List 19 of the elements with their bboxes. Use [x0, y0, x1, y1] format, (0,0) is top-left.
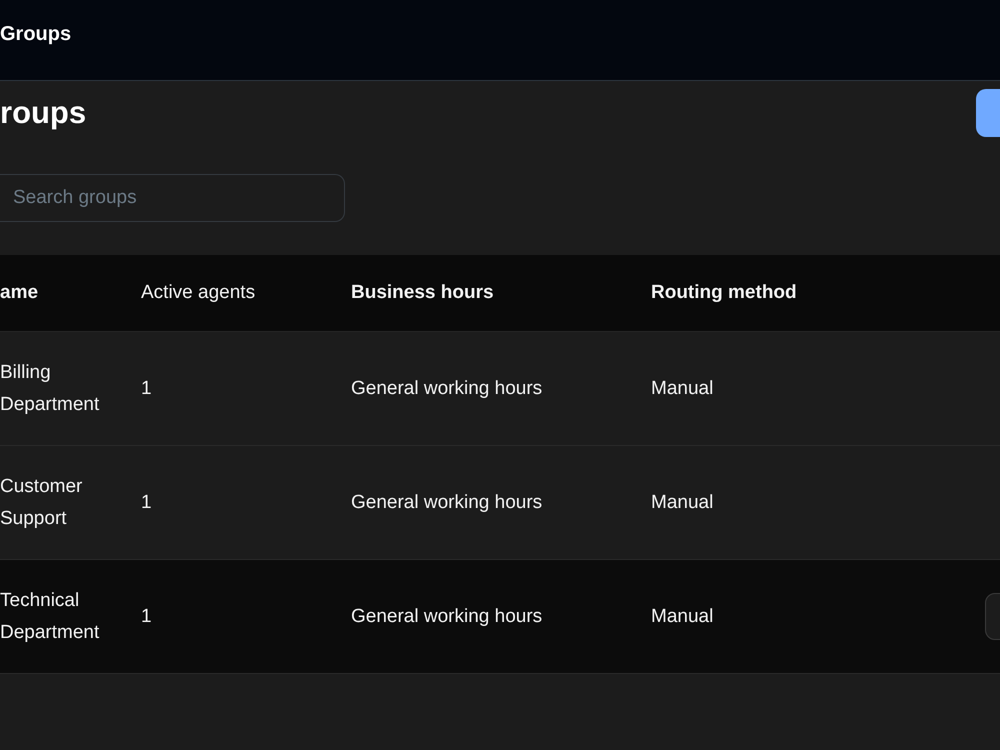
table-cell-text: General working hours [351, 490, 544, 514]
table-cell-text: 1 [141, 376, 153, 400]
table-cell-text: 1 [141, 604, 153, 628]
table-cell-text: Manual [651, 376, 714, 400]
column-header: Active agents [141, 282, 256, 304]
table-cell-text: 1 [141, 490, 153, 514]
table-cell-text: Billing Department [0, 360, 100, 416]
table-cell-text: Technical Department [0, 588, 100, 644]
search-field[interactable]: Search groups [0, 174, 345, 222]
table-cell-text: General working hours [351, 376, 544, 400]
table-cell-text: Manual [651, 604, 714, 628]
topbar-title: Groups [0, 22, 72, 46]
column-header: Business hours [351, 282, 495, 304]
table-cell-text: Customer Support [0, 474, 84, 530]
column-header: Routing method [651, 282, 798, 304]
table-cell-text: Manual [651, 490, 714, 514]
column-header: ame [0, 282, 40, 304]
table-cell-text: General working hours [351, 604, 544, 628]
page-heading: roups [0, 94, 86, 132]
